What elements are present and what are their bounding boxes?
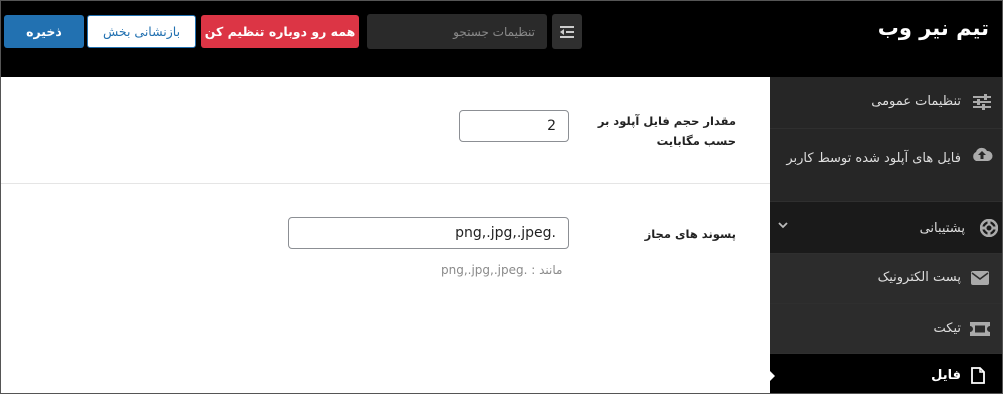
menu-toggle-button[interactable] [552,14,582,49]
cloud-upload-icon [971,143,993,165]
sidebar-item-support[interactable]: پشتیبانی [770,202,1003,254]
envelope-icon [969,267,991,289]
allowed-extensions-label: پسوند های مجاز [644,227,736,241]
file-icon [967,364,989,386]
sidebar-item-user-uploads[interactable]: فایل های آپلود شده توسط کاربر [770,129,1003,202]
allowed-extensions-row: پسوند های مجاز مانند : .png,.jpg,.jpeg [1,184,770,393]
sidebar-item-label: پشتیبانی [919,221,965,236]
sidebar-item-label: فایل های آپلود شده توسط کاربر [786,151,961,166]
active-item-pointer [770,371,775,381]
sidebar-item-label: تنظیمات عمومی [871,94,961,109]
reset-all-button[interactable]: همه رو دوباره تنظیم کن [201,15,359,48]
sidebar-item-label: تیکت [933,321,962,336]
settings-search-input[interactable] [367,14,547,49]
collapse-menu-icon [560,25,574,38]
lifebuoy-icon [978,217,1000,239]
sidebar-item-ticket[interactable]: تیکت [770,304,1003,354]
allowed-extensions-input[interactable] [288,217,569,249]
allowed-extensions-hint: مانند : .png,.jpg,.jpeg [441,263,563,277]
sidebar: تنظیمات عمومی فایل های آپلود شده توسط کا… [770,77,1003,394]
sidebar-item-label: پست الکترونیک [877,270,961,285]
save-button[interactable]: ذخیره [4,15,84,48]
settings-panel: مقدار حجم فایل آپلود بر حسب مگابایت پسون… [1,77,770,393]
sliders-icon [971,91,993,113]
ticket-icon [969,318,991,340]
sidebar-item-file[interactable]: فایل [770,354,1003,394]
upload-size-label: مقدار حجم فایل آپلود بر حسب مگابایت [597,114,736,148]
sidebar-item-email[interactable]: پست الکترونیک [770,254,1003,304]
app-title: تیم نیر وب [877,16,989,40]
sidebar-item-general-settings[interactable]: تنظیمات عمومی [770,77,1003,129]
upload-size-input[interactable] [459,110,569,142]
reset-section-button[interactable]: بازنشانی بخش [87,15,196,48]
chevron-down-icon[interactable] [778,218,788,233]
upload-size-row: مقدار حجم فایل آپلود بر حسب مگابایت [1,77,770,184]
sidebar-item-label: فایل [931,368,961,383]
top-header: تیم نیر وب همه رو دوباره تنظیم کن بازنشا… [0,0,1003,77]
